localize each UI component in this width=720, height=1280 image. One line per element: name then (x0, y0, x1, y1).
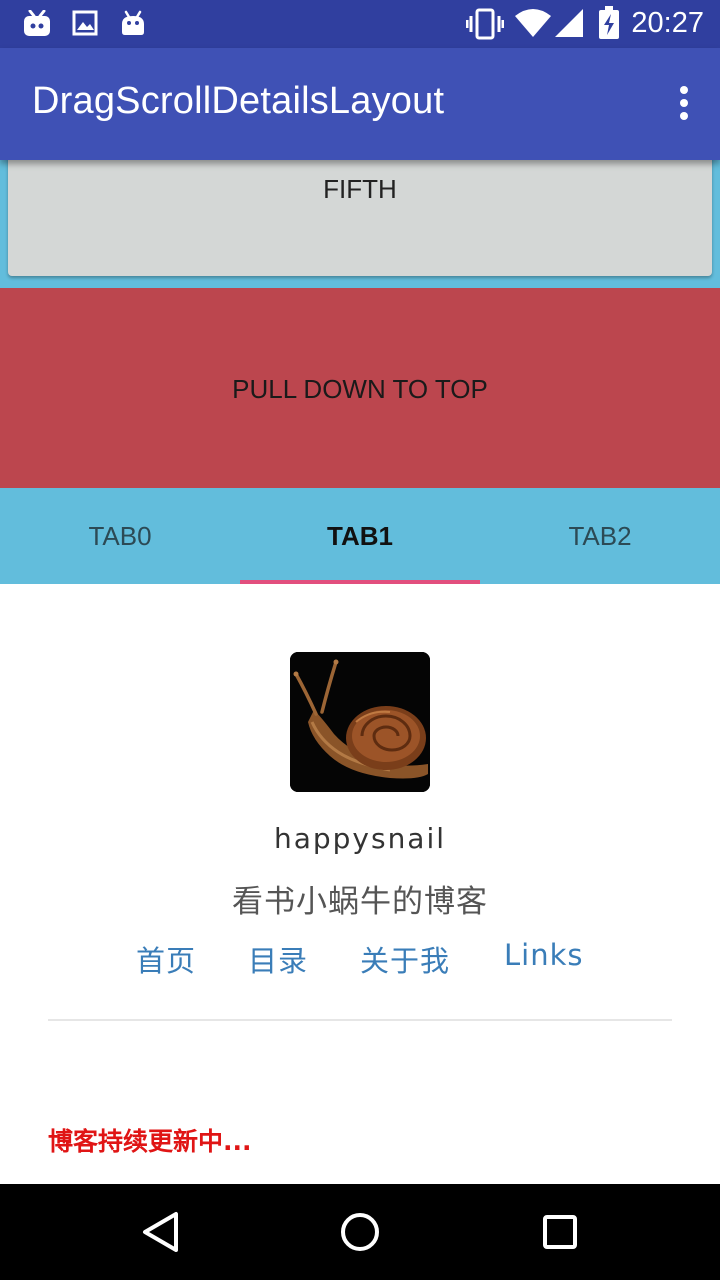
battery-charging-icon (598, 6, 620, 44)
link-catalog[interactable]: 目录 (248, 938, 308, 980)
pull-down-label: PULL DOWN TO TOP (232, 374, 488, 404)
status-bar: 20:27 (0, 0, 720, 48)
more-vert-icon[interactable] (678, 86, 690, 122)
tab-bar: TAB0 TAB1 TAB2 (0, 488, 720, 584)
tab-2[interactable]: TAB2 (480, 488, 720, 584)
wifi-icon (514, 8, 552, 42)
divider (48, 1019, 672, 1021)
recents-icon[interactable] (512, 1184, 608, 1280)
status-time: 20:27 (631, 7, 704, 39)
fifth-card-label: FIFTH (323, 174, 397, 204)
vibrate-icon (465, 8, 505, 44)
fifth-card[interactable]: FIFTH (8, 150, 712, 276)
cell-signal-icon (554, 8, 584, 42)
link-about-me[interactable]: 关于我 (360, 938, 450, 980)
tab-1[interactable]: TAB1 (240, 488, 480, 584)
pull-down-panel[interactable]: PULL DOWN TO TOP (0, 288, 720, 488)
bilibili-tv-icon (22, 9, 52, 42)
link-home[interactable]: 首页 (136, 938, 196, 980)
update-notice: 博客持续更新中... (48, 1127, 252, 1156)
android-icon (120, 10, 146, 40)
app-bar: DragScrollDetailsLayout (0, 48, 720, 160)
home-icon[interactable] (312, 1184, 408, 1280)
tab-0[interactable]: TAB0 (0, 488, 240, 584)
link-links[interactable]: Links (504, 938, 584, 972)
image-icon (72, 10, 98, 40)
profile-subtitle: 看书小蜗牛的博客 (232, 884, 488, 920)
tab-indicator (240, 580, 480, 584)
profile-username: happysnail (273, 822, 447, 855)
app-title: DragScrollDetailsLayout (32, 80, 445, 122)
back-icon[interactable] (112, 1184, 208, 1280)
snail-avatar-image (290, 652, 430, 792)
navigation-bar (0, 1184, 720, 1280)
